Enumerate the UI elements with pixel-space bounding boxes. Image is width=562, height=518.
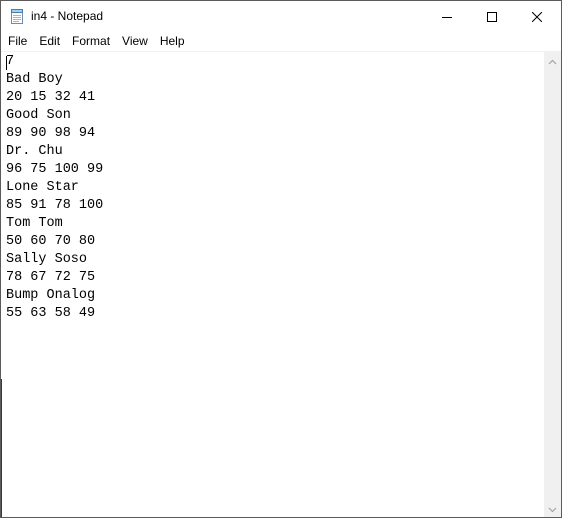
close-icon (531, 11, 542, 22)
window-edge-shadow (1, 379, 2, 517)
menu-view[interactable]: View (116, 32, 154, 51)
notepad-icon (10, 9, 24, 24)
text-editor[interactable]: 7 Bad Boy 20 15 32 41 Good Son 89 90 98 … (1, 52, 544, 517)
vertical-scrollbar[interactable] (544, 52, 561, 517)
window-title: in4 - Notepad (31, 9, 104, 23)
editor-line: 55 63 58 49 (6, 306, 96, 321)
maximize-button[interactable] (469, 1, 514, 32)
menu-file[interactable]: File (2, 32, 33, 51)
editor-line: 20 15 32 41 (6, 90, 96, 105)
menu-edit[interactable]: Edit (33, 32, 66, 51)
editor-line: 89 90 98 94 (6, 126, 96, 141)
menu-help[interactable]: Help (154, 32, 191, 51)
editor-line: Bad Boy (6, 72, 63, 87)
scroll-up-button[interactable] (544, 52, 561, 69)
editor-line: 96 75 100 99 (6, 162, 104, 177)
maximize-icon (486, 11, 497, 22)
close-button[interactable] (514, 1, 559, 32)
editor-line: Bump Onalog (6, 288, 96, 303)
editor-line: Tom Tom (6, 216, 63, 231)
editor-line: Dr. Chu (6, 144, 63, 159)
minimize-button[interactable] (424, 1, 469, 32)
chevron-up-icon (548, 52, 557, 70)
scroll-down-button[interactable] (544, 500, 561, 517)
editor-line: Good Son (6, 108, 71, 123)
minimize-icon (441, 12, 452, 22)
editor-line: 85 91 78 100 (6, 198, 104, 213)
menu-format[interactable]: Format (66, 32, 116, 51)
chevron-down-icon (548, 500, 557, 518)
editor-line: Lone Star (6, 180, 79, 195)
title-bar[interactable]: in4 - Notepad (1, 1, 561, 32)
editor-line: 7 (6, 54, 15, 69)
notepad-window: in4 - Notepad File Edit Format View Help (0, 0, 562, 518)
editor-line: Sally Soso (6, 252, 88, 267)
editor-line: 78 67 72 75 (6, 270, 96, 285)
editor-line: 50 60 70 80 (6, 234, 96, 249)
menu-bar: File Edit Format View Help (1, 32, 561, 51)
editor-content: 7 Bad Boy 20 15 32 41 Good Son 89 90 98 … (6, 53, 103, 323)
